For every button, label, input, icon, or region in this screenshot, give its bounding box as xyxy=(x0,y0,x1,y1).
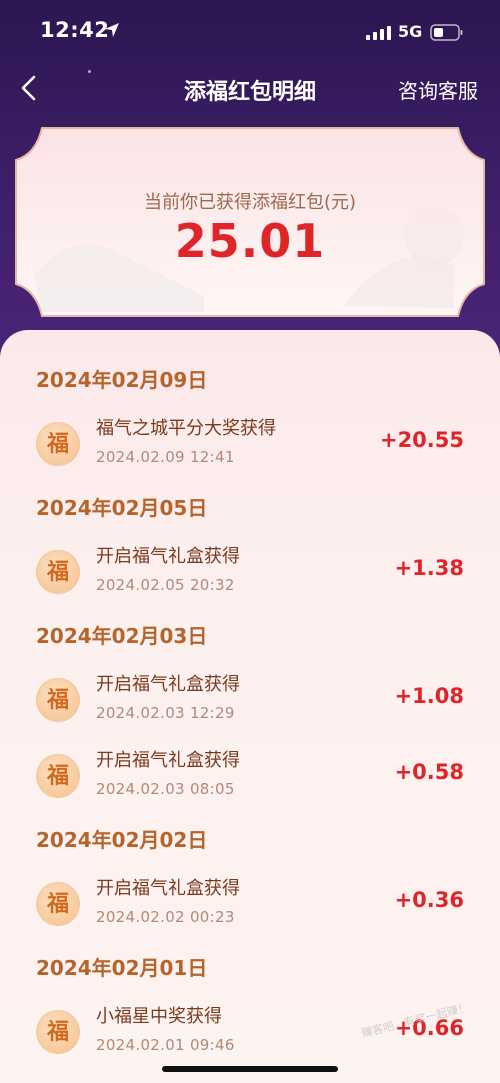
record-time: 2024.02.09 12:41 xyxy=(96,448,235,466)
record-title: 福气之城平分大奖获得 xyxy=(96,418,276,439)
date-header: 2024年02月05日 xyxy=(36,496,208,520)
list-item: 福 福气之城平分大奖获得 2024.02.09 12:41 +20.55 xyxy=(0,406,500,482)
record-title: 开启福气礼盒获得 xyxy=(96,878,240,899)
record-title: 开启福气礼盒获得 xyxy=(96,546,240,567)
record-time: 2024.02.05 20:32 xyxy=(96,576,235,594)
fu-badge-icon: 福 xyxy=(36,550,80,594)
date-header: 2024年02月03日 xyxy=(36,624,208,648)
record-amount: +20.55 xyxy=(379,428,464,452)
record-title: 开启福气礼盒获得 xyxy=(96,674,240,695)
summary-label: 当前你已获得添福红包(元) xyxy=(143,192,357,213)
record-amount: +0.58 xyxy=(394,760,464,784)
summary-amount: 25.01 xyxy=(174,214,326,268)
date-group: 2024年02月02日 福 开启福气礼盒获得 2024.02.02 00:23 … xyxy=(0,814,500,942)
record-time: 2024.02.03 08:05 xyxy=(96,780,235,798)
summary-card: 当前你已获得添福红包(元) 25.01 xyxy=(14,126,486,318)
record-amount: +1.08 xyxy=(394,684,464,708)
date-header: 2024年02月02日 xyxy=(36,828,208,852)
status-time: 12:42 xyxy=(40,18,110,42)
date-header: 2024年02月09日 xyxy=(36,368,208,392)
record-title: 开启福气礼盒获得 xyxy=(96,750,240,771)
list-item: 福 开启福气礼盒获得 2024.02.03 08:05 +0.58 xyxy=(0,738,500,814)
date-header: 2024年02月01日 xyxy=(36,956,208,980)
list-item: 福 开启福气礼盒获得 2024.02.03 12:29 +1.08 xyxy=(0,662,500,738)
date-group: 2024年02月09日 福 福气之城平分大奖获得 2024.02.09 12:4… xyxy=(0,354,500,482)
signal-icon xyxy=(366,26,391,40)
date-group: 2024年02月05日 福 开启福气礼盒获得 2024.02.05 20:32 … xyxy=(0,482,500,610)
record-amount: +1.38 xyxy=(394,556,464,580)
list-item: 福 开启福气礼盒获得 2024.02.02 00:23 +0.36 xyxy=(0,866,500,942)
navigation-bar: 添福红包明细 咨询客服 xyxy=(0,62,500,114)
records-list: 2024年02月09日 福 福气之城平分大奖获得 2024.02.09 12:4… xyxy=(0,330,500,1083)
fu-badge-icon: 福 xyxy=(36,678,80,722)
status-bar: 12:42 5G xyxy=(0,0,500,62)
record-time: 2024.02.02 00:23 xyxy=(96,908,235,926)
date-group: 2024年02月03日 福 开启福气礼盒获得 2024.02.03 12:29 … xyxy=(0,610,500,814)
record-title: 小福星中奖获得 xyxy=(96,1006,222,1027)
record-time: 2024.02.03 12:29 xyxy=(96,704,235,722)
battery-icon xyxy=(430,24,463,41)
fu-badge-icon: 福 xyxy=(36,754,80,798)
fu-badge-icon: 福 xyxy=(36,1010,80,1054)
home-indicator[interactable] xyxy=(162,1066,338,1072)
record-time: 2024.02.01 09:46 xyxy=(96,1036,235,1054)
list-item: 福 小福星中奖获得 2024.02.01 09:46 +0.66 xyxy=(0,994,500,1070)
location-arrow-icon xyxy=(105,23,119,37)
fu-badge-icon: 福 xyxy=(36,422,80,466)
record-amount: +0.36 xyxy=(394,888,464,912)
date-group: 2024年02月01日 福 小福星中奖获得 2024.02.01 09:46 +… xyxy=(0,942,500,1070)
fu-badge-icon: 福 xyxy=(36,882,80,926)
customer-service-link[interactable]: 咨询客服 xyxy=(398,75,478,104)
list-item: 福 开启福气礼盒获得 2024.02.05 20:32 +1.38 xyxy=(0,534,500,610)
network-type: 5G xyxy=(398,22,423,41)
